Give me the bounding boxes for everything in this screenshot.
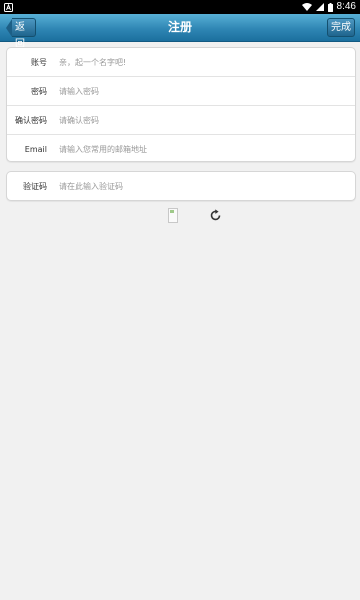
back-button-label: 返回	[12, 18, 36, 50]
registration-form: 账号 密码 确认密码 Email	[6, 47, 356, 162]
done-button[interactable]: 完成	[327, 18, 355, 37]
broken-image-icon[interactable]	[168, 208, 178, 223]
battery-icon	[327, 2, 333, 12]
android-a-icon	[4, 2, 13, 12]
status-bar: 8:46	[0, 0, 360, 14]
captcha-input[interactable]	[59, 176, 355, 196]
status-bar-left	[4, 0, 13, 14]
captcha-label: 验证码	[23, 181, 47, 191]
account-label: 账号	[31, 57, 47, 67]
page-title: 注册	[167, 20, 192, 34]
back-button[interactable]: 返回	[6, 18, 36, 50]
email-label: Email	[24, 144, 47, 154]
email-row: Email	[7, 135, 355, 163]
confirm-password-row: 确认密码	[7, 106, 355, 135]
email-input[interactable]	[59, 139, 355, 159]
password-label: 密码	[31, 86, 47, 96]
refresh-icon[interactable]	[209, 209, 222, 222]
captcha-row: 验证码	[7, 172, 355, 200]
captcha-form: 验证码	[6, 171, 356, 201]
password-input[interactable]	[59, 81, 355, 101]
navigation-header: 注册 返回 完成	[0, 14, 360, 50]
wifi-icon	[301, 3, 312, 11]
password-row: 密码	[7, 77, 355, 106]
account-input[interactable]	[59, 52, 355, 72]
status-time: 8:46	[336, 1, 356, 12]
signal-icon	[315, 3, 324, 11]
status-bar-right: 8:46	[301, 0, 356, 14]
confirm-password-input[interactable]	[59, 110, 355, 130]
confirm-password-label: 确认密码	[15, 115, 47, 125]
account-row: 账号	[7, 48, 355, 77]
